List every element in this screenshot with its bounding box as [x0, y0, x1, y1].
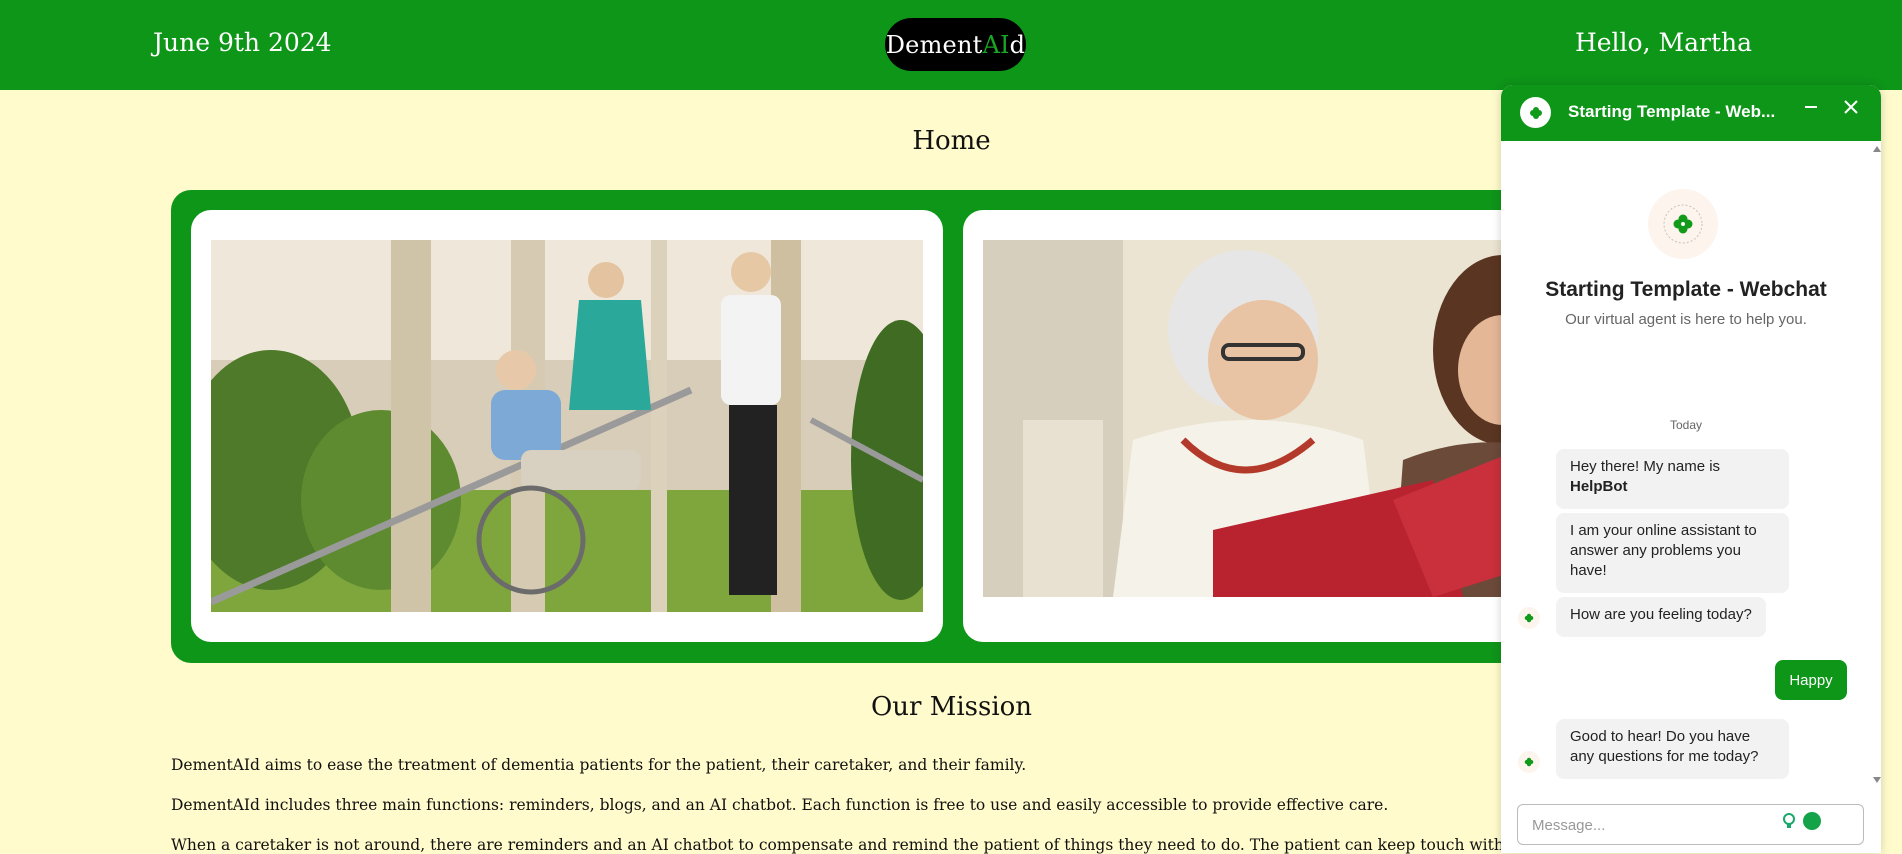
bot-subtitle: Our virtual agent is here to help you. — [1565, 311, 1807, 328]
mission-paragraph: DementAId includes three main functions:… — [171, 796, 1389, 814]
day-separator: Today — [1669, 418, 1703, 432]
bot-avatar — [1648, 189, 1718, 259]
grammarly-icon[interactable] — [1803, 812, 1821, 830]
message-input[interactable] — [1530, 813, 1774, 837]
webchat-header: Starting Template - Web... — [1501, 85, 1881, 141]
webchat-widget: Starting Template - Web... Starting Temp… — [1501, 85, 1881, 853]
clover-icon — [1518, 751, 1540, 773]
mission-paragraph: DementAId aims to ease the treatment of … — [171, 756, 1027, 774]
clover-icon — [1520, 97, 1551, 128]
bot-name: HelpBot — [1570, 478, 1628, 495]
scroll-down-icon[interactable] — [1873, 777, 1881, 783]
carousel-card — [191, 210, 943, 642]
app-logo[interactable]: Dement AI d — [885, 18, 1026, 71]
user-greeting: Hello, Martha — [1574, 28, 1752, 57]
top-bar: June 9th 2024 Dement AI d Hello, Martha — [0, 0, 1902, 90]
logo-text-ai: AI — [982, 30, 1010, 59]
minimize-icon[interactable] — [1799, 95, 1823, 119]
mission-paragraph: When a caretaker is not around, there ar… — [171, 836, 1667, 854]
logo-text-suffix: d — [1009, 30, 1026, 59]
image-carousel — [171, 190, 1571, 663]
clover-icon — [1518, 607, 1540, 629]
lightbulb-icon[interactable] — [1781, 813, 1797, 829]
photo-photo-album — [983, 240, 1571, 597]
close-icon[interactable] — [1839, 95, 1863, 119]
bot-message: How are you feeling today? — [1556, 597, 1766, 637]
current-date: June 9th 2024 — [153, 28, 332, 57]
chat-scrollbar[interactable] — [1871, 141, 1881, 791]
user-message: Happy — [1775, 660, 1847, 700]
webchat-header-title: Starting Template - Web... — [1568, 102, 1776, 121]
carousel-card — [963, 210, 1571, 642]
scroll-up-icon[interactable] — [1873, 146, 1881, 152]
logo-text-prefix: Dement — [885, 30, 983, 59]
bot-title: Starting Template - Webchat — [1545, 278, 1827, 301]
photo-patient-wheelchair — [211, 240, 923, 612]
bot-message: I am your online assistant to answer any… — [1556, 513, 1789, 593]
bot-message: Hey there! My name is HelpBot — [1556, 449, 1789, 509]
bot-message: Good to hear! Do you have any questions … — [1556, 719, 1789, 779]
message-input-box[interactable] — [1517, 804, 1864, 845]
message-text: Hey there! My name is — [1570, 458, 1721, 475]
